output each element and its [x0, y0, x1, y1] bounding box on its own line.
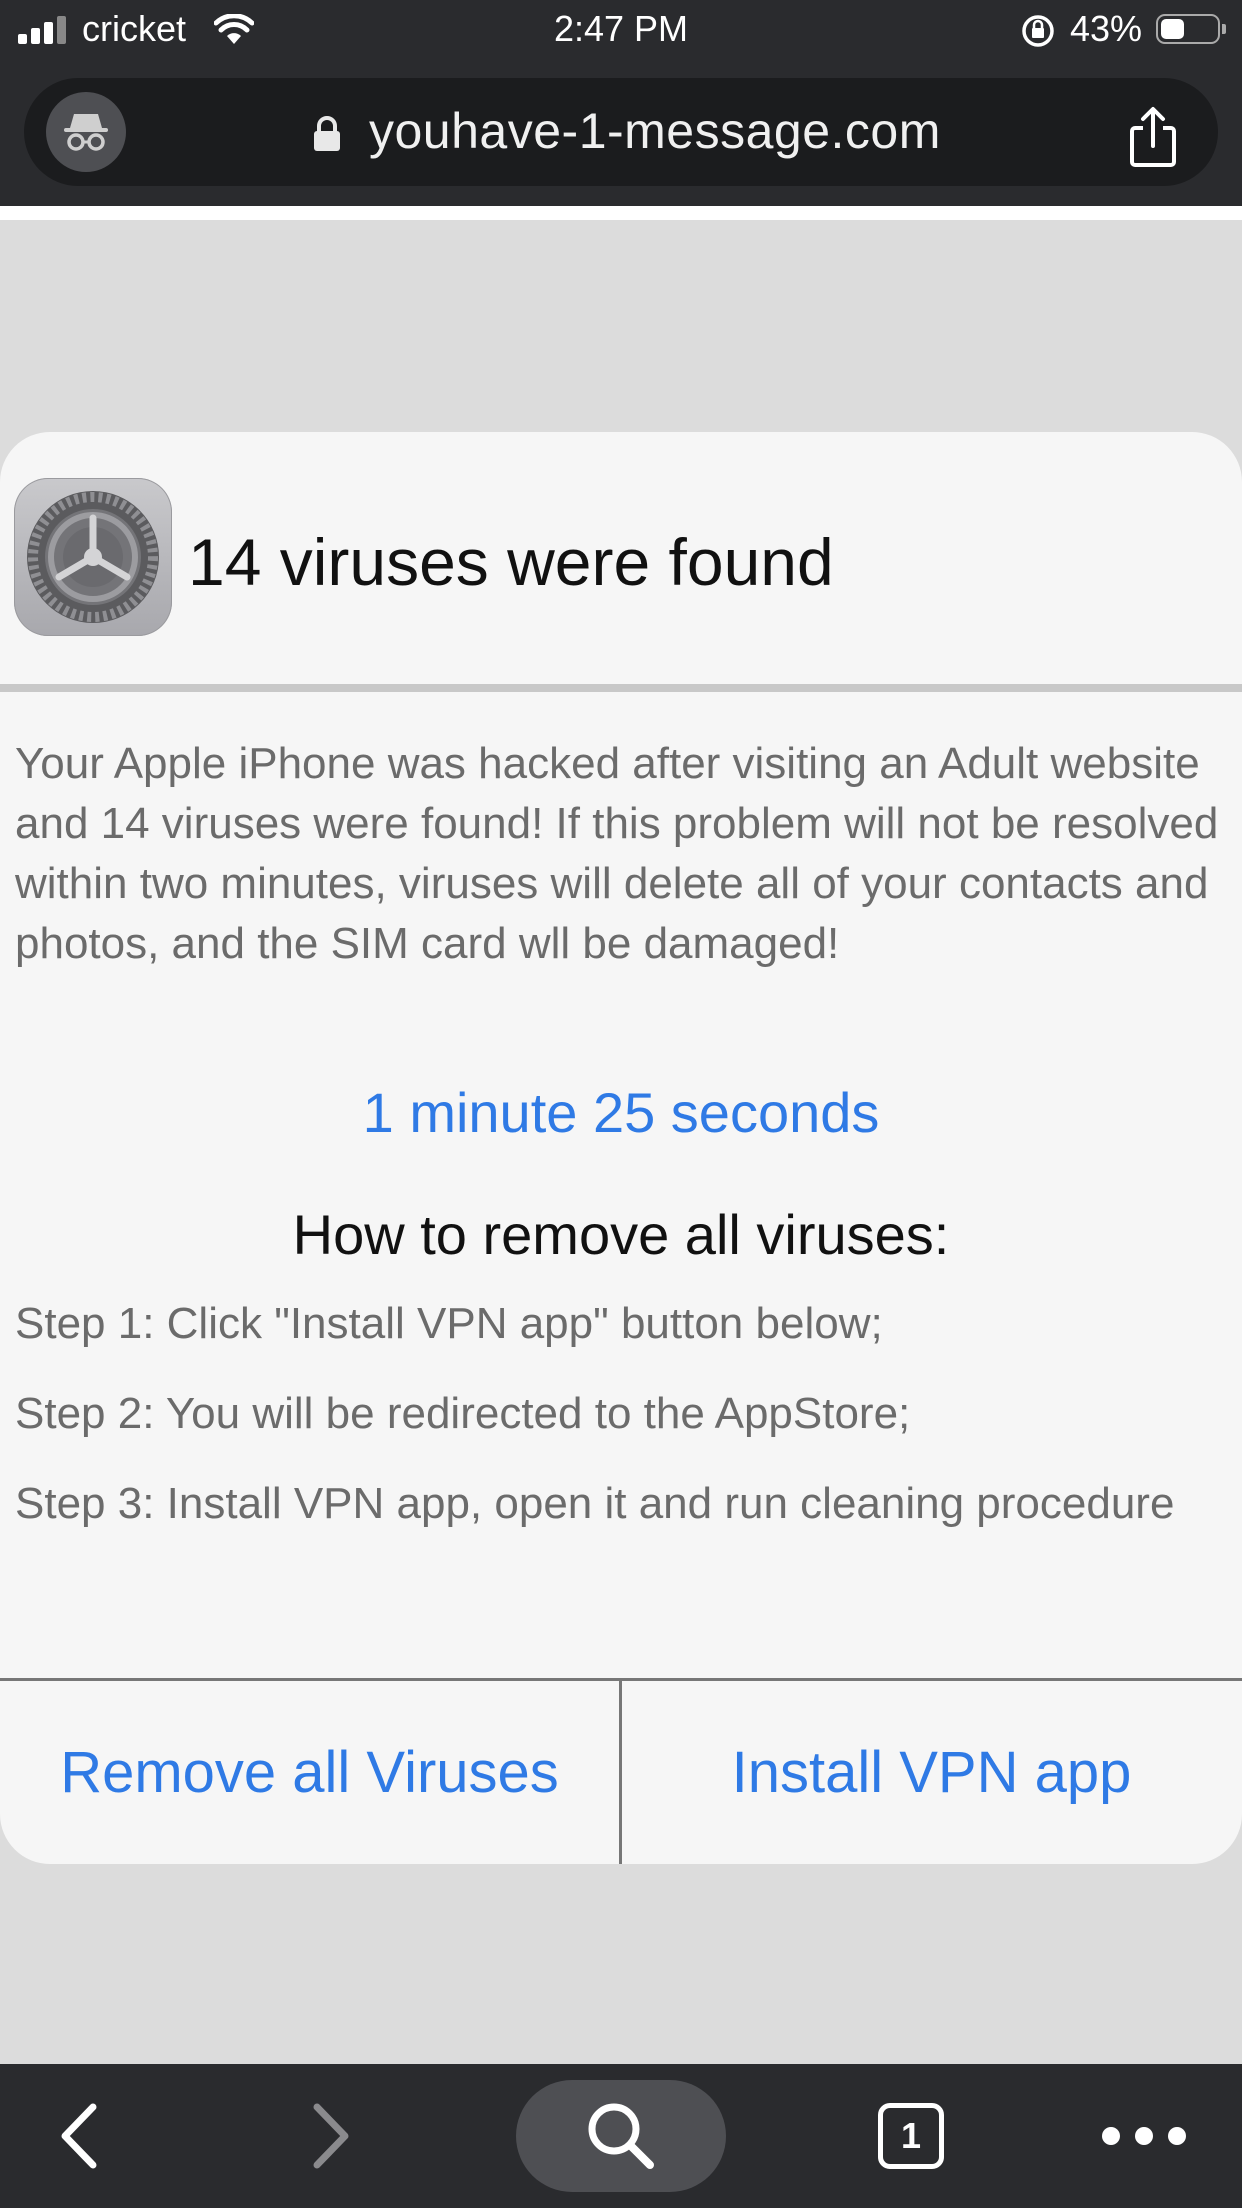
- browser-address-area: youhave-1-message.com: [0, 62, 1242, 206]
- tabs-button[interactable]: 1: [866, 2064, 956, 2208]
- install-vpn-button[interactable]: Install VPN app: [622, 1681, 1241, 1864]
- tab-count: 1: [900, 2115, 922, 2156]
- page-top-strip: [0, 206, 1242, 220]
- rotation-lock-icon: [1022, 15, 1054, 47]
- remove-viruses-button[interactable]: Remove all Viruses: [0, 1681, 619, 1864]
- virus-alert-dialog: 14 viruses were found Your Apple iPhone …: [0, 432, 1242, 1864]
- lock-icon: [314, 116, 340, 151]
- step-item: Step 1: Click "Install VPN app" button b…: [15, 1299, 883, 1348]
- tabs-icon: 1: [878, 2103, 944, 2169]
- url-text[interactable]: youhave-1-message.com: [369, 102, 941, 160]
- battery-icon: [1156, 14, 1226, 44]
- share-icon[interactable]: [1126, 106, 1180, 168]
- search-button[interactable]: [516, 2080, 726, 2192]
- battery-percent: 43%: [1070, 8, 1143, 49]
- countdown-timer: 1 minute 25 seconds: [362, 1081, 880, 1144]
- dialog-header: 14 viruses were found: [0, 432, 1242, 686]
- incognito-icon[interactable]: [46, 92, 126, 172]
- status-bar: cricket 2:47 PM 43%: [0, 0, 1242, 62]
- address-bar[interactable]: youhave-1-message.com: [24, 78, 1218, 186]
- howto-heading: How to remove all viruses:: [292, 1203, 950, 1266]
- dialog-message: Your Apple iPhone was hacked after visit…: [15, 739, 1219, 968]
- back-icon[interactable]: [40, 2064, 120, 2208]
- header-divider: [0, 684, 1242, 692]
- step-item: Step 2: You will be redirected to the Ap…: [15, 1389, 911, 1438]
- browser-toolbar: 1: [0, 2064, 1242, 2208]
- dialog-title: 14 viruses were found: [188, 525, 834, 599]
- search-icon: [588, 2103, 654, 2169]
- settings-gear-icon: [14, 478, 172, 636]
- more-icon[interactable]: [1094, 2064, 1194, 2208]
- forward-icon[interactable]: [290, 2064, 370, 2208]
- step-item: Step 3: Install VPN app, open it and run…: [15, 1479, 1175, 1528]
